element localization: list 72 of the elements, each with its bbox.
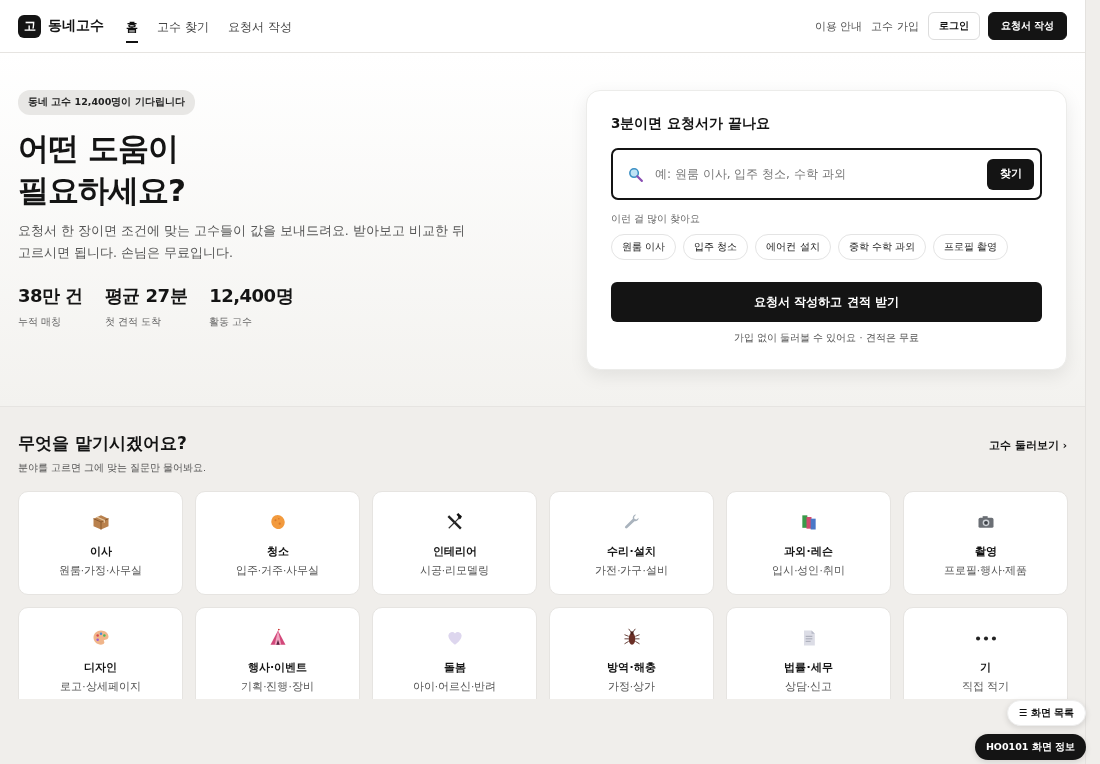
category-title: 수리·설치	[607, 544, 656, 559]
category-card[interactable]: 인테리어 시공·리모델링	[372, 491, 537, 595]
section-subtitle: 분야를 고르면 그에 맞는 질문만 물어봐요.	[18, 462, 207, 475]
stat-label: 첫 견적 도착	[104, 316, 162, 329]
nav-link[interactable]: 고수 찾기	[157, 13, 209, 43]
hero-heading: 어떤 도움이 필요하세요?	[18, 129, 186, 210]
submit-request-button[interactable]: 요청서 작성하고 견적 받기	[611, 282, 1042, 322]
search-field[interactable]: 예: 원룸 이사, 입주 청소, 수학 과외 찾기	[611, 148, 1042, 200]
nav-link[interactable]: 홈	[126, 13, 138, 43]
category-subtitle: 가정·상가	[607, 680, 656, 694]
category-subtitle: 직접 적기	[961, 680, 1010, 694]
category-title: 과외·레슨	[784, 544, 833, 559]
popular-label: 이런 걸 많이 찾아요	[611, 213, 702, 226]
section-heading: 무엇을 맡기시겠어요?	[18, 432, 188, 455]
logo-mark[interactable]: 고	[18, 14, 41, 38]
more-icon	[975, 636, 996, 641]
category-card[interactable]: 방역·해충 가정·상가	[549, 607, 714, 699]
category-title: 기	[980, 660, 991, 675]
write-request-button[interactable]: 요청서 작성	[987, 12, 1067, 40]
category-card[interactable]: 청소 입주·거주·사무실	[195, 491, 360, 595]
category-card[interactable]: 법률·세무 상담·신고	[726, 607, 891, 699]
suggestion-chip[interactable]: 중학 수학 과외	[837, 234, 926, 260]
category-title: 인테리어	[432, 544, 477, 559]
category-title: 행사·이벤트	[247, 660, 308, 675]
category-card[interactable]: 촬영 프로필·행사·제품	[903, 491, 1068, 595]
stat-label: 누적 매칭	[18, 316, 63, 329]
header-link[interactable]: 이용 안내	[814, 18, 862, 34]
category-title: 돌봄	[443, 660, 466, 675]
suggestion-chip[interactable]: 입주 청소	[683, 234, 749, 260]
logo-name[interactable]: 동네고수	[48, 17, 104, 35]
hero-description: 요청서 한 장이면 조건에 맞는 고수들이 값을 보내드려요. 받아보고 비교한 뒤 고르시면 됩니다. 손님은 무료입니다.	[18, 222, 466, 262]
category-card[interactable]: 행사·이벤트 기획·진행·장비	[195, 607, 360, 699]
card-title: 3분이면 요청서가 끝나요	[611, 115, 771, 133]
category-title: 방역·해충	[607, 660, 656, 675]
category-card[interactable]: 디자인 로고·상세페이지	[18, 607, 183, 699]
category-subtitle: 입주·거주·사무실	[235, 564, 320, 578]
category-card[interactable]: 수리·설치 가전·가구·설비	[549, 491, 714, 595]
category-title: 청소	[266, 544, 289, 559]
category-card[interactable]: 과외·레슨 입시·성인·취미	[726, 491, 891, 595]
category-title: 디자인	[84, 660, 117, 675]
stat-value: 12,400명	[209, 284, 294, 308]
stat-value: 평균 27분	[104, 284, 188, 308]
header-link[interactable]: 고수 가입	[871, 18, 919, 34]
suggestion-chip[interactable]: 프로필 촬영	[932, 234, 1009, 260]
category-subtitle: 시공·리모델링	[419, 564, 490, 578]
category-subtitle: 상담·신고	[784, 680, 833, 694]
count-badge: 동네 고수 12,400명이 기다립니다	[18, 90, 195, 115]
category-subtitle: 가전·가구·설비	[595, 564, 668, 578]
login-button[interactable]: 로그인	[927, 12, 980, 40]
screen-list-button[interactable]: ☰ 화면 목록	[1006, 700, 1086, 726]
category-title: 이사	[89, 544, 112, 559]
category-subtitle: 입시·성인·취미	[772, 564, 845, 578]
browse-link[interactable]: 고수 둘러보기 ›	[989, 439, 1067, 453]
card-note: 가입 없이 둘러볼 수 있어요 · 견적은 무료	[733, 332, 920, 345]
stat-label: 활동 고수	[209, 316, 254, 329]
category-card[interactable]: 기 직접 적기	[903, 607, 1068, 699]
category-subtitle: 프로필·행사·제품	[943, 564, 1028, 578]
category-subtitle: 기획·진행·장비	[241, 680, 314, 694]
category-subtitle: 로고·상세페이지	[60, 680, 141, 694]
category-card[interactable]: 이사 원룸·가정·사무실	[18, 491, 183, 595]
suggestion-chip[interactable]: 원룸 이사	[611, 234, 677, 260]
category-subtitle: 아이·어르신·반려	[412, 680, 497, 694]
nav-link[interactable]: 요청서 작성	[227, 13, 292, 43]
category-title: 법률·세무	[784, 660, 833, 675]
category-card[interactable]: 돌봄 아이·어르신·반려	[372, 607, 537, 699]
screen-info-button[interactable]: HO0101 화면 정보	[974, 734, 1086, 760]
suggestion-chip[interactable]: 에어컨 설치	[755, 234, 831, 260]
category-subtitle: 원룸·가정·사무실	[58, 564, 143, 578]
search-icon	[627, 165, 644, 183]
category-title: 촬영	[974, 544, 997, 559]
search-button[interactable]: 찾기	[987, 158, 1034, 190]
stat-value: 38만 건	[18, 284, 83, 308]
